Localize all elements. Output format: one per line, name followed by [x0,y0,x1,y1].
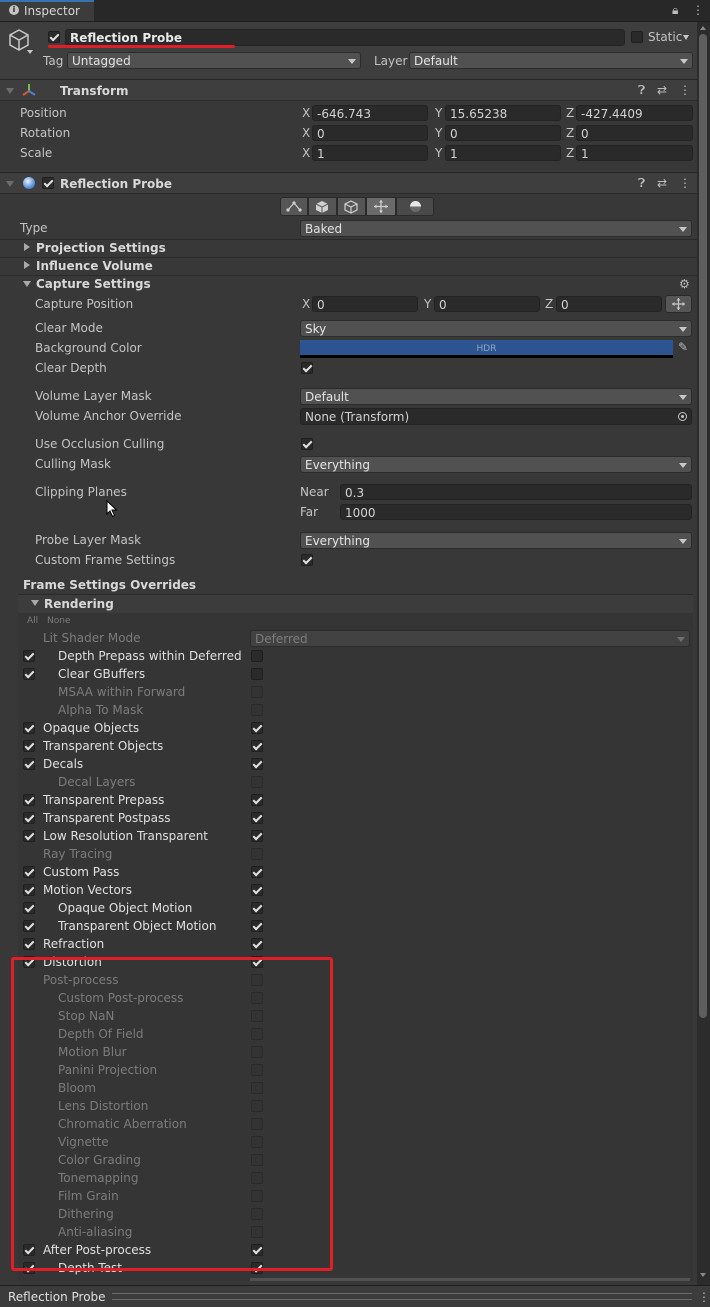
value-checkbox[interactable] [251,884,263,896]
value-checkbox[interactable] [251,794,263,806]
footer-title: Reflection Probe [8,1290,106,1304]
override-checkbox[interactable] [23,938,35,950]
value-checkbox[interactable] [251,848,263,860]
frame-setting-label: Ray Tracing [43,847,113,861]
value-checkbox[interactable] [251,650,263,662]
override-checkbox[interactable] [23,830,35,842]
value-checkbox[interactable] [251,740,263,752]
more-options-icon[interactable]: ⋮ [698,1288,710,1306]
partial-row-dropdown [250,1278,690,1281]
frame-setting-label: Transparent Objects [43,739,164,753]
value-checkbox[interactable] [251,758,263,770]
override-checkbox[interactable] [23,902,35,914]
override-checkbox[interactable] [23,920,35,932]
value-checkbox[interactable] [251,812,263,824]
override-checkbox[interactable] [23,740,35,752]
frame-setting-label: Transparent Object Motion [58,919,217,933]
override-checkbox[interactable] [23,668,35,680]
value-checkbox[interactable] [251,776,263,788]
override-checkbox[interactable] [23,794,35,806]
frame-setting-label: Refraction [43,937,105,951]
value-checkbox[interactable] [251,920,263,932]
frame-setting-label: Alpha To Mask [58,703,144,717]
override-checkbox[interactable] [23,866,35,878]
override-checkbox[interactable] [23,650,35,662]
frame-setting-label: Motion Vectors [43,883,132,897]
override-checkbox[interactable] [23,812,35,824]
frame-setting-label: Decal Layers [58,775,136,789]
frame-setting-label: Clear GBuffers [58,667,146,681]
frame-setting-label: Opaque Object Motion [58,901,193,915]
override-checkbox[interactable] [23,758,35,770]
frame-setting-label: Low Resolution Transparent [43,829,209,843]
drag-handle[interactable] [112,1293,692,1300]
highlight-annotation-box [11,957,333,1271]
frame-setting-label: Transparent Prepass [43,793,165,807]
frame-setting-label: Depth Prepass within Deferred [58,649,242,663]
frame-setting-label: Transparent Postpass [43,811,171,825]
value-checkbox[interactable] [251,866,263,878]
value-checkbox[interactable] [251,902,263,914]
value-checkbox[interactable] [251,830,263,842]
value-checkbox[interactable] [251,722,263,734]
frame-setting-label: MSAA within Forward [58,685,186,699]
scrollbar-down-arrow[interactable] [700,1273,706,1277]
override-checkbox[interactable] [23,722,35,734]
value-checkbox[interactable] [251,704,263,716]
frame-setting-label: Custom Pass [43,865,120,879]
scrollbar-thumb[interactable] [699,34,707,1018]
override-checkbox[interactable] [23,884,35,896]
value-checkbox[interactable] [251,668,263,680]
value-checkbox[interactable] [251,686,263,698]
preview-footer[interactable]: Reflection Probe ⋮ [0,1285,710,1307]
scrollbar-up-arrow[interactable] [700,26,706,30]
frame-setting-label: Decals [43,757,84,771]
frame-setting-label: Opaque Objects [43,721,140,735]
value-checkbox[interactable] [251,938,263,950]
